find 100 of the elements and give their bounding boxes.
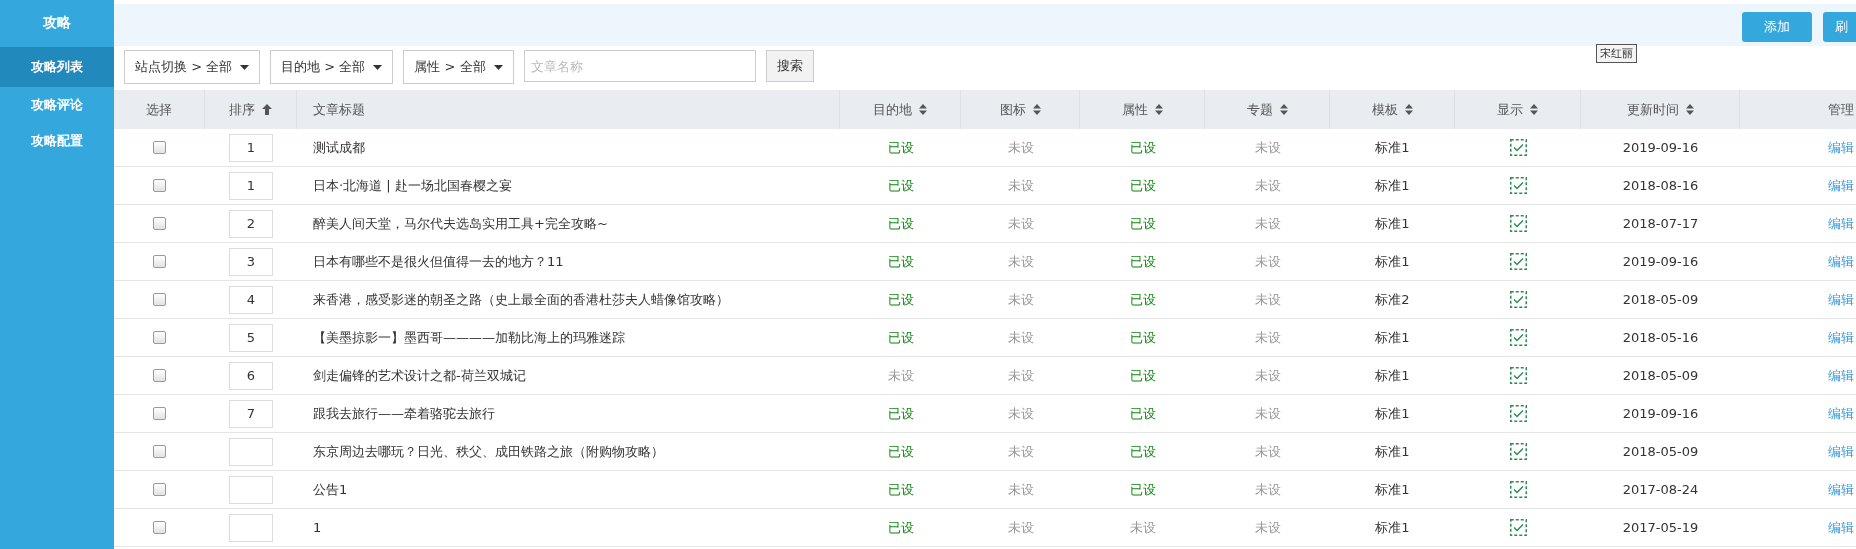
edit-link[interactable]: 编辑 (1828, 442, 1854, 461)
filter-label: 目的地 > 全部 (281, 58, 366, 76)
order-field[interactable]: 6 (229, 361, 273, 390)
row-checkbox[interactable] (153, 369, 166, 382)
row-checkbox[interactable] (153, 179, 166, 192)
sort-icon[interactable] (1279, 104, 1288, 115)
row-checkbox[interactable] (153, 521, 166, 534)
edit-link[interactable]: 编辑 (1828, 252, 1854, 271)
status-text: 未设 (1007, 366, 1034, 385)
order-field[interactable]: 7 (229, 399, 273, 428)
edit-link[interactable]: 编辑 (1828, 290, 1854, 309)
column-header: 图标 (999, 100, 1026, 119)
edit-link[interactable]: 编辑 (1828, 328, 1854, 347)
date-text: 2017-08-24 (1622, 482, 1699, 497)
order-field[interactable] (229, 513, 273, 542)
order-field[interactable]: 3 (229, 247, 273, 276)
status-text: 已设 (1129, 138, 1156, 157)
filter-dropdown[interactable]: 目的地 > 全部 (270, 50, 394, 84)
row-checkbox[interactable] (153, 217, 166, 230)
checked-box-icon[interactable] (1509, 519, 1527, 536)
filter-dropdown[interactable]: 站点切换 > 全部 (124, 50, 261, 84)
sort-up-icon[interactable] (262, 104, 272, 115)
status-text: 已设 (887, 518, 914, 537)
checked-box-icon[interactable] (1509, 177, 1527, 194)
status-text: 未设 (887, 366, 914, 385)
search-button[interactable]: 搜索 (765, 50, 814, 82)
status-text: 未设 (1007, 290, 1034, 309)
checked-box-icon[interactable] (1509, 329, 1527, 346)
edit-link[interactable]: 编辑 (1828, 366, 1854, 385)
status-text: 未设 (1254, 404, 1281, 423)
row-checkbox[interactable] (153, 141, 166, 154)
checked-box-icon[interactable] (1509, 367, 1527, 384)
checked-box-icon[interactable] (1509, 443, 1527, 460)
sort-icon[interactable] (919, 104, 927, 115)
sort-icon[interactable] (1404, 104, 1413, 115)
checked-box-icon[interactable] (1509, 215, 1527, 232)
filter-label: 站点切换 > 全部 (135, 58, 233, 76)
template-text: 标准1 (1375, 442, 1410, 461)
date-text: 2018-08-16 (1622, 178, 1699, 193)
status-text: 未设 (1007, 404, 1034, 423)
status-text: 已设 (887, 480, 914, 499)
status-text: 已设 (887, 404, 914, 423)
checked-box-icon[interactable] (1509, 139, 1527, 156)
checked-box-icon[interactable] (1509, 481, 1527, 498)
column-header: 管理 (1828, 100, 1854, 119)
status-text: 未设 (1254, 252, 1281, 271)
status-text: 已设 (887, 328, 914, 347)
sidebar-item[interactable]: 攻略评论 (0, 87, 114, 123)
edit-link[interactable]: 编辑 (1828, 404, 1854, 423)
order-field[interactable] (229, 437, 273, 466)
checked-box-icon[interactable] (1509, 253, 1527, 270)
article-title: 醉美人间天堂，马尔代夫选岛实用工具+完全攻略~ (313, 214, 608, 233)
status-text: 未设 (1254, 442, 1281, 461)
row-checkbox[interactable] (153, 255, 166, 268)
article-title: 剑走偏锋的艺术设计之都-荷兰双城记 (313, 366, 526, 385)
article-title: 日本·北海道 | 赴一场北国春樱之宴 (313, 176, 512, 195)
sort-icon[interactable] (1685, 104, 1694, 115)
checked-box-icon[interactable] (1509, 291, 1527, 308)
toolbar-button[interactable]: 刷 (1823, 12, 1856, 42)
edit-link[interactable]: 编辑 (1828, 518, 1854, 537)
row-checkbox[interactable] (153, 407, 166, 420)
edit-link[interactable]: 编辑 (1828, 176, 1854, 195)
sort-icon[interactable] (1530, 104, 1538, 115)
status-text: 未设 (1007, 328, 1034, 347)
status-text: 未设 (1007, 138, 1034, 157)
order-field[interactable]: 5 (229, 323, 273, 352)
order-field[interactable] (229, 475, 273, 504)
status-text: 未设 (1007, 480, 1034, 499)
toolbar-button[interactable]: 添加 (1742, 12, 1812, 42)
order-field[interactable]: 1 (229, 133, 273, 162)
tooltip: 宋红丽 (1596, 44, 1637, 63)
row-checkbox[interactable] (153, 483, 166, 496)
sort-icon[interactable] (1032, 104, 1041, 115)
status-text: 未设 (1007, 252, 1034, 271)
checked-box-icon[interactable] (1509, 405, 1527, 422)
article-title: 跟我去旅行——牵着骆驼去旅行 (313, 404, 495, 423)
status-text: 未设 (1007, 518, 1034, 537)
template-text: 标准1 (1375, 404, 1410, 423)
sort-icon[interactable] (1154, 104, 1163, 115)
row-checkbox[interactable] (153, 445, 166, 458)
sidebar-item[interactable]: 攻略列表 (0, 47, 114, 87)
row-checkbox[interactable] (153, 331, 166, 344)
status-text: 已设 (887, 138, 914, 157)
template-text: 标准1 (1375, 328, 1410, 347)
edit-link[interactable]: 编辑 (1828, 480, 1854, 499)
sidebar-item[interactable]: 攻略配置 (0, 123, 114, 159)
date-text: 2019-09-16 (1622, 140, 1699, 155)
status-text: 未设 (1254, 176, 1281, 195)
order-field[interactable]: 1 (229, 171, 273, 200)
filter-dropdown[interactable]: 属性 > 全部 (403, 50, 514, 84)
row-checkbox[interactable] (153, 293, 166, 306)
order-field[interactable]: 4 (229, 285, 273, 314)
status-text: 未设 (1254, 138, 1281, 157)
status-text: 未设 (1254, 518, 1281, 537)
order-field[interactable]: 2 (229, 209, 273, 238)
status-text: 未设 (1254, 328, 1281, 347)
edit-link[interactable]: 编辑 (1828, 214, 1854, 233)
edit-link[interactable]: 编辑 (1828, 138, 1854, 157)
date-text: 2017-05-19 (1622, 520, 1699, 535)
search-field[interactable]: 文章名称 (523, 50, 756, 82)
